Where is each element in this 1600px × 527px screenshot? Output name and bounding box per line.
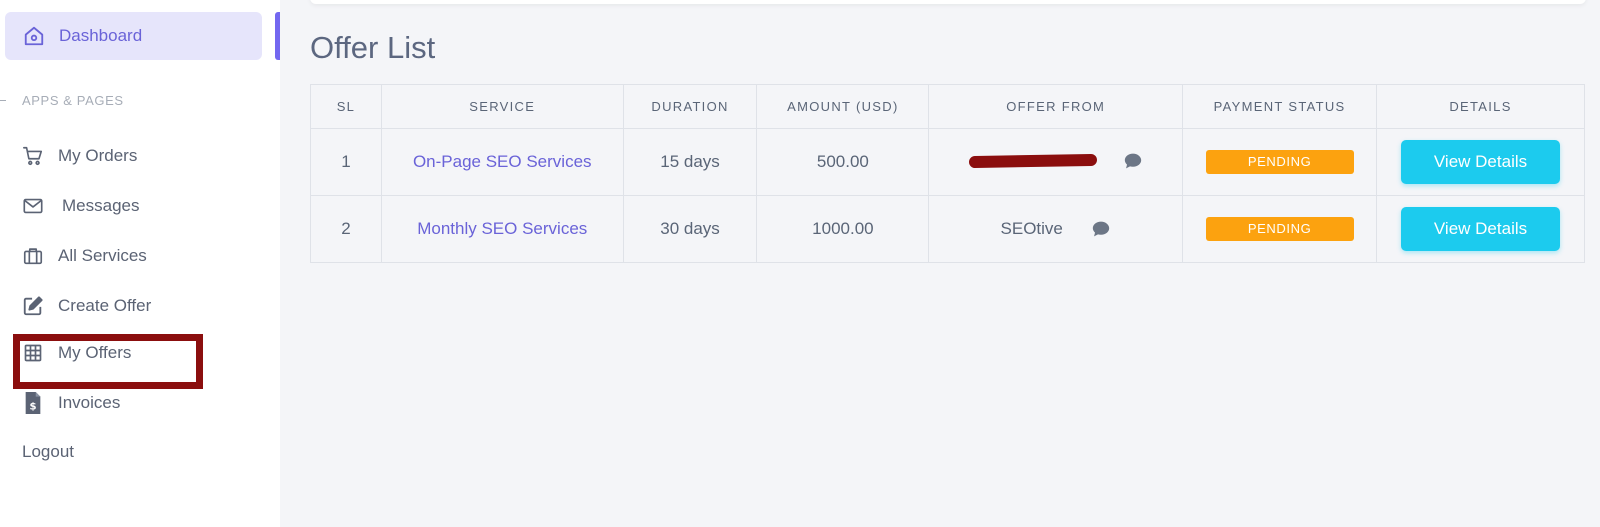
logout-link[interactable]: Logout xyxy=(22,442,74,462)
invoice-icon: $ xyxy=(22,392,44,414)
cell-offer-from: SEOtive xyxy=(928,195,1184,263)
cell-duration: 30 days xyxy=(622,195,758,263)
cell-service: Monthly SEO Services xyxy=(380,195,624,263)
section-header-label: APPS & PAGES xyxy=(22,93,124,108)
header-sl: SL xyxy=(310,84,382,129)
header-offer-from: OFFER FROM xyxy=(928,84,1184,129)
section-header: APPS & PAGES xyxy=(0,93,124,108)
cell-payment-status: PENDING xyxy=(1182,128,1378,196)
page-title: Offer List xyxy=(310,30,436,65)
cell-details: View Details xyxy=(1376,195,1585,263)
briefcase-icon xyxy=(22,245,44,267)
sidebar-item-label: Dashboard xyxy=(59,26,143,45)
offer-table: SL SERVICE DURATION AMOUNT (USD) OFFER F… xyxy=(310,84,1585,263)
cell-amount: 1000.00 xyxy=(756,195,930,263)
header-duration: DURATION xyxy=(622,84,758,129)
offer-from-group: SEOtive xyxy=(1001,219,1111,239)
cell-service: On-Page SEO Services xyxy=(380,128,624,196)
header-details: DETAILS xyxy=(1376,84,1585,129)
top-card xyxy=(310,0,1586,4)
sidebar-item-label: Invoices xyxy=(58,393,121,412)
sidebar-item-messages[interactable]: Messages xyxy=(22,195,139,217)
status-badge: PENDING xyxy=(1205,150,1354,174)
sidebar-item-invoices[interactable]: $ Invoices xyxy=(22,392,120,414)
sidebar-item-all-services[interactable]: All Services xyxy=(22,245,147,267)
service-link[interactable]: Monthly SEO Services xyxy=(417,219,587,238)
cell-payment-status: PENDING xyxy=(1182,195,1378,263)
header-payment-status: PAYMENT STATUS xyxy=(1182,84,1378,129)
sidebar-item-label: Messages xyxy=(62,196,140,215)
logout-label: Logout xyxy=(22,442,74,461)
sidebar-item-dashboard[interactable]: Dashboard xyxy=(5,12,262,60)
cell-amount: 500.00 xyxy=(756,128,930,196)
offer-from-name: SEOtive xyxy=(1000,219,1063,238)
cart-icon xyxy=(22,145,44,167)
redacted-name xyxy=(968,153,1097,169)
active-indicator xyxy=(275,12,280,60)
cell-duration: 15 days xyxy=(622,128,758,196)
sidebar-item-my-orders[interactable]: My Orders xyxy=(22,145,137,167)
table-row: 1 On-Page SEO Services 15 days 500.00 PE… xyxy=(310,128,1585,196)
mail-icon xyxy=(22,195,44,217)
section-dash xyxy=(0,100,6,101)
table-row: 2 Monthly SEO Services 30 days 1000.00 S… xyxy=(310,195,1585,263)
edit-icon xyxy=(22,295,44,317)
sidebar-item-label: All Services xyxy=(58,246,147,265)
sidebar-item-label: My Orders xyxy=(58,146,138,165)
offer-from-group xyxy=(968,152,1143,170)
header-amount: AMOUNT (USD) xyxy=(756,84,930,129)
cell-sl: 1 xyxy=(310,128,382,196)
header-service: SERVICE xyxy=(380,84,624,129)
cell-offer-from xyxy=(928,128,1184,196)
home-icon xyxy=(23,25,45,47)
view-details-button[interactable]: View Details xyxy=(1401,140,1561,184)
svg-text:$: $ xyxy=(29,401,36,412)
cell-sl: 2 xyxy=(310,195,382,263)
chat-icon[interactable] xyxy=(1091,220,1111,238)
sidebar-item-label: Create Offer xyxy=(58,296,152,315)
cell-details: View Details xyxy=(1376,128,1585,196)
table-header-row: SL SERVICE DURATION AMOUNT (USD) OFFER F… xyxy=(310,84,1585,129)
view-details-button[interactable]: View Details xyxy=(1401,207,1561,251)
annotation-highlight-box xyxy=(13,334,203,389)
sidebar-item-create-offer[interactable]: Create Offer xyxy=(22,295,151,317)
chat-icon[interactable] xyxy=(1123,152,1143,170)
sidebar: Dashboard APPS & PAGES My Orders Message… xyxy=(0,0,280,527)
service-link[interactable]: On-Page SEO Services xyxy=(413,152,592,171)
status-badge: PENDING xyxy=(1205,217,1354,241)
